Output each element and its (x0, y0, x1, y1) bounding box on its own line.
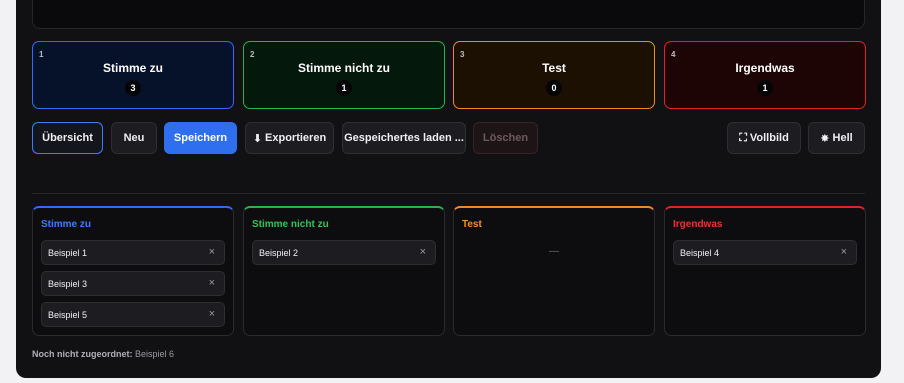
counter-label: Stimme nicht zu (297, 61, 390, 75)
new-button[interactable]: Neu (111, 122, 157, 154)
column-stimme-nicht-zu[interactable]: Stimme nicht zu Beispiel 2 × (243, 206, 445, 336)
load-saved-button[interactable]: Gespeichertes laden ... (342, 122, 466, 154)
column-test[interactable]: Test — (453, 206, 655, 336)
counter-count: 1 (336, 80, 352, 96)
close-icon[interactable]: × (209, 277, 215, 289)
counter-stimme-zu[interactable]: 1 Stimme zu 3 (32, 41, 234, 109)
save-button[interactable]: Speichern (164, 122, 237, 154)
close-icon[interactable]: × (209, 246, 215, 258)
counter-test[interactable]: 3 Test 0 (453, 41, 655, 109)
close-icon[interactable]: × (209, 308, 215, 320)
item-label: Beispiel 4 (680, 247, 720, 258)
column-title: Stimme zu (41, 219, 92, 230)
new-label: Neu (123, 132, 145, 144)
unassigned-info: Noch nicht zugeordnet: Beispiel 6 (32, 349, 174, 359)
counter-number: 1 (39, 50, 44, 59)
save-label: Speichern (173, 132, 228, 144)
close-icon[interactable]: × (420, 246, 426, 258)
export-label: Exportieren (265, 132, 327, 144)
item-label: Beispiel 2 (259, 247, 299, 258)
load-label: Gespeichertes laden ... (344, 132, 464, 144)
counter-stimme-nicht-zu[interactable]: 2 Stimme nicht zu 1 (243, 41, 445, 109)
item-label: Beispiel 1 (48, 247, 88, 258)
overview-button[interactable]: Übersicht (32, 122, 103, 154)
divider (32, 193, 865, 194)
fullscreen-button[interactable]: ⛶ Vollbild (727, 122, 801, 154)
counter-number: 2 (250, 50, 255, 59)
unassigned-value: Beispiel 6 (135, 349, 175, 359)
item-label: Beispiel 5 (48, 309, 88, 320)
list-item[interactable]: Beispiel 4 × (673, 240, 857, 265)
counter-number: 4 (671, 50, 676, 59)
unassigned-label: Noch nicht zugeordnet: (32, 349, 133, 359)
empty-placeholder: — (549, 246, 559, 257)
counter-number: 3 (460, 50, 465, 59)
column-title: Irgendwas (673, 219, 723, 230)
download-icon: ⬇ (252, 132, 263, 145)
counter-label: Irgendwas (735, 61, 795, 75)
fullscreen-icon: ⛶ (739, 131, 747, 144)
column-title: Test (462, 219, 482, 230)
export-button[interactable]: ⬇ Exportieren (245, 122, 334, 154)
column-title: Stimme nicht zu (252, 219, 329, 230)
counter-count: 0 (546, 80, 562, 96)
counter-irgendwas[interactable]: 4 Irgendwas 1 (664, 41, 866, 109)
counter-count: 3 (125, 80, 141, 96)
delete-button[interactable]: Löschen (473, 122, 538, 154)
list-item[interactable]: Beispiel 3 × (41, 271, 225, 296)
list-item[interactable]: Beispiel 1 × (41, 240, 225, 265)
content-area (32, 0, 865, 29)
list-item[interactable]: Beispiel 5 × (41, 302, 225, 327)
counter-count: 1 (757, 80, 773, 96)
list-item[interactable]: Beispiel 2 × (252, 240, 436, 265)
overview-label: Übersicht (42, 132, 93, 144)
fullscreen-label: Vollbild (749, 132, 789, 144)
counter-label: Test (542, 61, 566, 75)
delete-label: Löschen (482, 132, 529, 144)
item-label: Beispiel 3 (48, 278, 88, 289)
counter-label: Stimme zu (102, 61, 163, 75)
sun-icon: ✸ (820, 132, 830, 145)
column-irgendwas[interactable]: Irgendwas Beispiel 4 × (664, 206, 866, 336)
light-label: Hell (832, 132, 853, 144)
column-stimme-zu[interactable]: Stimme zu Beispiel 1 × Beispiel 3 × Beis… (32, 206, 234, 336)
close-icon[interactable]: × (841, 246, 847, 258)
light-mode-button[interactable]: ✸ Hell (808, 122, 865, 154)
